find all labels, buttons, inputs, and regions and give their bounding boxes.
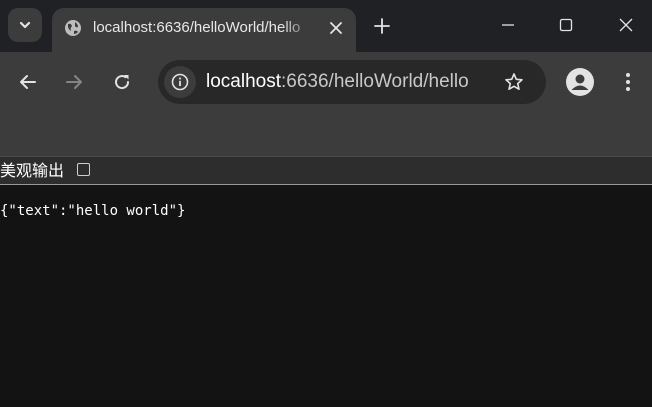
minimize-button[interactable] — [493, 10, 523, 40]
site-info-button[interactable] — [164, 66, 196, 98]
plus-icon — [374, 18, 390, 34]
globe-icon — [65, 20, 81, 36]
close-icon — [330, 22, 342, 34]
url-host: localhost — [206, 71, 281, 92]
url-text[interactable]: localhost:6636/helloWorld/hello — [206, 71, 469, 93]
back-button[interactable] — [12, 66, 44, 98]
url-path: :6636/helloWorld/hello — [281, 71, 469, 92]
tab-strip: localhost:6636/helloWorld/hello — [0, 0, 652, 52]
menu-icon — [626, 73, 630, 91]
tab-search-icon — [19, 21, 31, 29]
tab-close-button[interactable] — [326, 18, 346, 38]
reload-icon — [115, 75, 130, 90]
reload-button[interactable] — [106, 66, 138, 98]
profile-button[interactable] — [566, 68, 594, 96]
menu-button[interactable] — [616, 68, 640, 96]
new-tab-button[interactable] — [370, 14, 394, 38]
window-close-icon — [619, 18, 633, 32]
window-close-button[interactable] — [611, 10, 641, 40]
back-icon — [20, 75, 36, 89]
forward-button[interactable] — [58, 66, 90, 98]
json-output: {"text":"hello world"} — [0, 203, 186, 219]
toolbar: localhost:6636/helloWorld/hello — [0, 52, 652, 112]
pretty-print-bar: 美观输出 — [0, 156, 652, 185]
active-tab[interactable]: localhost:6636/helloWorld/hello — [52, 8, 356, 52]
profile-icon — [571, 74, 589, 90]
star-icon — [505, 73, 523, 90]
minimize-icon — [502, 24, 514, 26]
maximize-button[interactable] — [551, 10, 581, 40]
maximize-icon — [559, 18, 573, 32]
toolbar-extension-area — [0, 112, 652, 156]
site-info-icon — [171, 73, 189, 91]
forward-icon — [66, 75, 82, 89]
pretty-print-checkbox[interactable] — [77, 163, 90, 176]
address-bar[interactable]: localhost:6636/helloWorld/hello — [158, 60, 546, 104]
tab-title: localhost:6636/helloWorld/hello — [93, 19, 301, 36]
page-content: {"text":"hello world"} — [0, 185, 652, 407]
pretty-print-label: 美观输出 — [0, 161, 65, 180]
tab-search-button[interactable] — [8, 8, 42, 42]
bookmark-button[interactable] — [502, 70, 526, 94]
